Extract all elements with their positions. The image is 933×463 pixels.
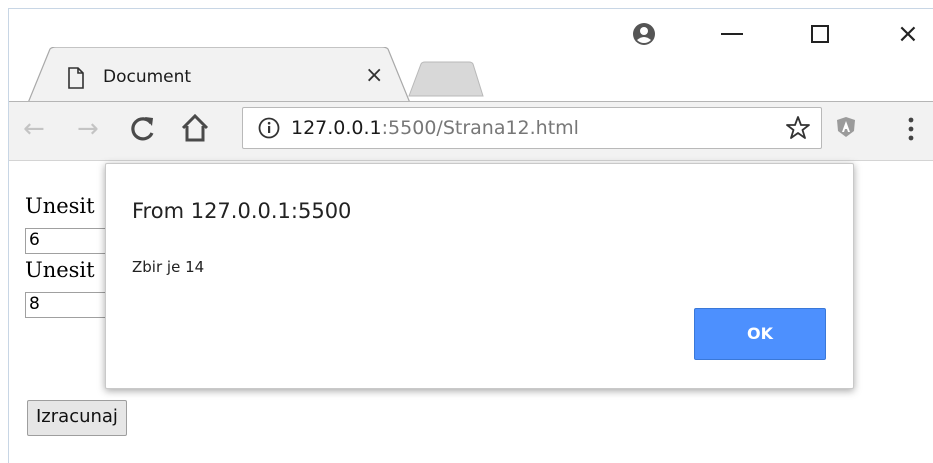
new-tab-button[interactable] <box>407 61 485 97</box>
tab-document[interactable] <box>28 47 410 103</box>
reload-icon[interactable] <box>127 114 157 144</box>
url-path: :5500/Strana12.html <box>381 117 579 139</box>
bookmark-star-icon[interactable] <box>785 115 811 141</box>
page-icon <box>68 67 84 89</box>
ok-button[interactable]: OK <box>694 308 826 360</box>
input-label-1: Unesit <box>25 194 95 218</box>
tab-close-icon[interactable]: × <box>365 65 383 87</box>
extension-shield-icon[interactable] <box>835 116 857 138</box>
toolbar: ← → 127.0.0.1:5500/Strana12.html <box>9 101 933 161</box>
maximize-icon[interactable] <box>811 25 829 43</box>
url-text[interactable]: 127.0.0.1:5500/Strana12.html <box>291 117 579 139</box>
profile-icon[interactable] <box>631 21 657 47</box>
minimize-icon[interactable] <box>721 33 743 35</box>
menu-kebab-icon[interactable] <box>907 116 915 142</box>
calculate-button[interactable]: Izracunaj <box>27 400 127 436</box>
home-icon[interactable] <box>179 112 211 144</box>
back-icon[interactable]: ← <box>23 114 45 144</box>
url-host: 127.0.0.1 <box>291 117 382 139</box>
info-icon[interactable] <box>258 117 280 139</box>
tab-title: Document <box>103 67 192 87</box>
close-window-icon[interactable]: × <box>897 19 919 49</box>
forward-icon[interactable]: → <box>77 114 99 144</box>
title-bar: Document × × <box>9 9 933 103</box>
input-label-2: Unesit <box>25 258 95 282</box>
address-bar[interactable]: 127.0.0.1:5500/Strana12.html <box>242 107 822 149</box>
browser-window: Document × × ← → 127.0.0.1:5500/Strana12… <box>8 8 933 463</box>
alert-dialog: From 127.0.0.1:5500 Zbir je 14 OK <box>105 163 854 389</box>
dialog-message: Zbir je 14 <box>132 258 205 276</box>
dialog-title: From 127.0.0.1:5500 <box>132 199 352 223</box>
